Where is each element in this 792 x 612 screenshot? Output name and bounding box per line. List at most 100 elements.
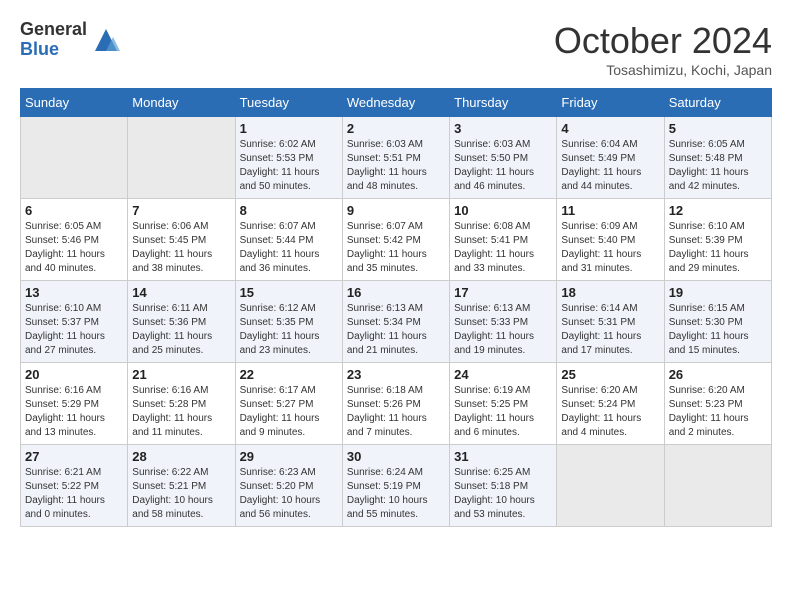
empty-cell — [557, 445, 664, 527]
day-cell: 25Sunrise: 6:20 AM Sunset: 5:24 PM Dayli… — [557, 363, 664, 445]
day-info: Sunrise: 6:25 AM Sunset: 5:18 PM Dayligh… — [454, 466, 552, 522]
day-number: 30 — [347, 449, 445, 464]
day-info: Sunrise: 6:23 AM Sunset: 5:20 PM Dayligh… — [240, 466, 338, 522]
day-info: Sunrise: 6:08 AM Sunset: 5:41 PM Dayligh… — [454, 220, 552, 276]
day-cell: 8 Sunrise: 6:07 AM Sunset: 5:44 PM Daylig… — [235, 199, 342, 281]
day-info: Sunrise: 6:07 AM Sunset: 5:42 PM Dayligh… — [347, 220, 445, 276]
day-number: 15 — [240, 285, 338, 300]
day-number: 22 — [240, 367, 338, 382]
day-number: 12 — [669, 203, 767, 218]
page-header: General Blue October 2024 Tosashimizu, K… — [20, 20, 772, 78]
day-cell: 19 Sunrise: 6:15 AM Sunset: 5:30 PM Dayli… — [664, 281, 771, 363]
day-info: Sunrise: 6:18 AM Sunset: 5:26 PM Dayligh… — [347, 384, 445, 440]
day-number: 24 — [454, 367, 552, 382]
day-cell: 20 Sunrise: 6:16 AM Sunset: 5:29 PM Dayli… — [21, 363, 128, 445]
day-info: Sunrise: 6:21 AM Sunset: 5:22 PM Dayligh… — [25, 466, 123, 522]
day-cell: 3 Sunrise: 6:03 AM Sunset: 5:50 PM Daylig… — [450, 117, 557, 199]
day-info: Sunrise: 6:10 AM Sunset: 5:39 PM Dayligh… — [669, 220, 767, 276]
day-number: 14 — [132, 285, 230, 300]
day-number: 21 — [132, 367, 230, 382]
header-friday: Friday — [557, 89, 664, 117]
day-cell: 23 Sunrise: 6:18 AM Sunset: 5:26 PM Dayli… — [342, 363, 449, 445]
day-cell: 18 Sunrise: 6:14 AM Sunset: 5:31 PM Dayli… — [557, 281, 664, 363]
day-info: Sunrise: 6:03 AM Sunset: 5:50 PM Dayligh… — [454, 138, 552, 194]
day-number: 6 — [25, 203, 123, 218]
day-cell: 1 Sunrise: 6:02 AM Sunset: 5:53 PM Daylig… — [235, 117, 342, 199]
day-info: Sunrise: 6:20 AM Sunset: 5:23 PM Dayligh… — [669, 384, 767, 440]
day-info: Sunrise: 6:22 AM Sunset: 5:21 PM Dayligh… — [132, 466, 230, 522]
day-info: Sunrise: 6:05 AM Sunset: 5:48 PM Dayligh… — [669, 138, 767, 194]
day-info: Sunrise: 6:07 AM Sunset: 5:44 PM Dayligh… — [240, 220, 338, 276]
calendar-week-row: 6 Sunrise: 6:05 AM Sunset: 5:46 PM Daylig… — [21, 199, 772, 281]
day-cell: 21 Sunrise: 6:16 AM Sunset: 5:28 PM Dayli… — [128, 363, 235, 445]
header-monday: Monday — [128, 89, 235, 117]
day-number: 11 — [561, 203, 659, 218]
logo-general: General — [20, 20, 87, 40]
day-info: Sunrise: 6:03 AM Sunset: 5:51 PM Dayligh… — [347, 138, 445, 194]
day-cell: 6 Sunrise: 6:05 AM Sunset: 5:46 PM Daylig… — [21, 199, 128, 281]
day-cell: 9 Sunrise: 6:07 AM Sunset: 5:42 PM Daylig… — [342, 199, 449, 281]
calendar-week-row: 13 Sunrise: 6:10 AM Sunset: 5:37 PM Dayli… — [21, 281, 772, 363]
day-cell: 11Sunrise: 6:09 AM Sunset: 5:40 PM Dayli… — [557, 199, 664, 281]
day-info: Sunrise: 6:17 AM Sunset: 5:27 PM Dayligh… — [240, 384, 338, 440]
day-info: Sunrise: 6:15 AM Sunset: 5:30 PM Dayligh… — [669, 302, 767, 358]
day-cell: 16 Sunrise: 6:13 AM Sunset: 5:34 PM Dayli… — [342, 281, 449, 363]
day-number: 16 — [347, 285, 445, 300]
day-number: 5 — [669, 121, 767, 136]
calendar-week-row: 1 Sunrise: 6:02 AM Sunset: 5:53 PM Daylig… — [21, 117, 772, 199]
day-cell: 30 Sunrise: 6:24 AM Sunset: 5:19 PM Dayli… — [342, 445, 449, 527]
day-number: 2 — [347, 121, 445, 136]
header-wednesday: Wednesday — [342, 89, 449, 117]
day-number: 31 — [454, 449, 552, 464]
location: Tosashimizu, Kochi, Japan — [554, 62, 772, 78]
day-info: Sunrise: 6:19 AM Sunset: 5:25 PM Dayligh… — [454, 384, 552, 440]
day-info: Sunrise: 6:24 AM Sunset: 5:19 PM Dayligh… — [347, 466, 445, 522]
day-info: Sunrise: 6:13 AM Sunset: 5:34 PM Dayligh… — [347, 302, 445, 358]
logo-icon — [91, 25, 121, 55]
day-number: 23 — [347, 367, 445, 382]
day-number: 29 — [240, 449, 338, 464]
day-info: Sunrise: 6:14 AM Sunset: 5:31 PM Dayligh… — [561, 302, 659, 358]
empty-cell — [664, 445, 771, 527]
day-number: 18 — [561, 285, 659, 300]
header-sunday: Sunday — [21, 89, 128, 117]
day-info: Sunrise: 6:12 AM Sunset: 5:35 PM Dayligh… — [240, 302, 338, 358]
day-number: 3 — [454, 121, 552, 136]
day-cell: 26 Sunrise: 6:20 AM Sunset: 5:23 PM Dayli… — [664, 363, 771, 445]
day-cell: 15 Sunrise: 6:12 AM Sunset: 5:35 PM Dayli… — [235, 281, 342, 363]
day-info: Sunrise: 6:04 AM Sunset: 5:49 PM Dayligh… — [561, 138, 659, 194]
day-info: Sunrise: 6:16 AM Sunset: 5:29 PM Dayligh… — [25, 384, 123, 440]
day-number: 8 — [240, 203, 338, 218]
calendar-week-row: 20 Sunrise: 6:16 AM Sunset: 5:29 PM Dayli… — [21, 363, 772, 445]
logo-blue: Blue — [20, 40, 87, 60]
day-number: 7 — [132, 203, 230, 218]
day-number: 17 — [454, 285, 552, 300]
day-cell: 29 Sunrise: 6:23 AM Sunset: 5:20 PM Dayli… — [235, 445, 342, 527]
day-number: 1 — [240, 121, 338, 136]
logo: General Blue — [20, 20, 121, 60]
day-info: Sunrise: 6:02 AM Sunset: 5:53 PM Dayligh… — [240, 138, 338, 194]
day-cell: 14Sunrise: 6:11 AM Sunset: 5:36 PM Dayli… — [128, 281, 235, 363]
day-cell: 31 Sunrise: 6:25 AM Sunset: 5:18 PM Dayli… — [450, 445, 557, 527]
day-number: 13 — [25, 285, 123, 300]
empty-cell — [21, 117, 128, 199]
day-cell: 27 Sunrise: 6:21 AM Sunset: 5:22 PM Dayli… — [21, 445, 128, 527]
day-cell: 24 Sunrise: 6:19 AM Sunset: 5:25 PM Dayli… — [450, 363, 557, 445]
empty-cell — [128, 117, 235, 199]
day-info: Sunrise: 6:06 AM Sunset: 5:45 PM Dayligh… — [132, 220, 230, 276]
day-cell: 22 Sunrise: 6:17 AM Sunset: 5:27 PM Dayli… — [235, 363, 342, 445]
day-cell: 4Sunrise: 6:04 AM Sunset: 5:49 PM Daylig… — [557, 117, 664, 199]
day-number: 9 — [347, 203, 445, 218]
day-cell: 28Sunrise: 6:22 AM Sunset: 5:21 PM Dayli… — [128, 445, 235, 527]
day-info: Sunrise: 6:05 AM Sunset: 5:46 PM Dayligh… — [25, 220, 123, 276]
header-tuesday: Tuesday — [235, 89, 342, 117]
day-number: 20 — [25, 367, 123, 382]
day-number: 26 — [669, 367, 767, 382]
day-info: Sunrise: 6:16 AM Sunset: 5:28 PM Dayligh… — [132, 384, 230, 440]
day-cell: 12 Sunrise: 6:10 AM Sunset: 5:39 PM Dayli… — [664, 199, 771, 281]
day-info: Sunrise: 6:10 AM Sunset: 5:37 PM Dayligh… — [25, 302, 123, 358]
day-number: 19 — [669, 285, 767, 300]
day-number: 27 — [25, 449, 123, 464]
day-cell: 7 Sunrise: 6:06 AM Sunset: 5:45 PM Daylig… — [128, 199, 235, 281]
day-cell: 10Sunrise: 6:08 AM Sunset: 5:41 PM Dayli… — [450, 199, 557, 281]
